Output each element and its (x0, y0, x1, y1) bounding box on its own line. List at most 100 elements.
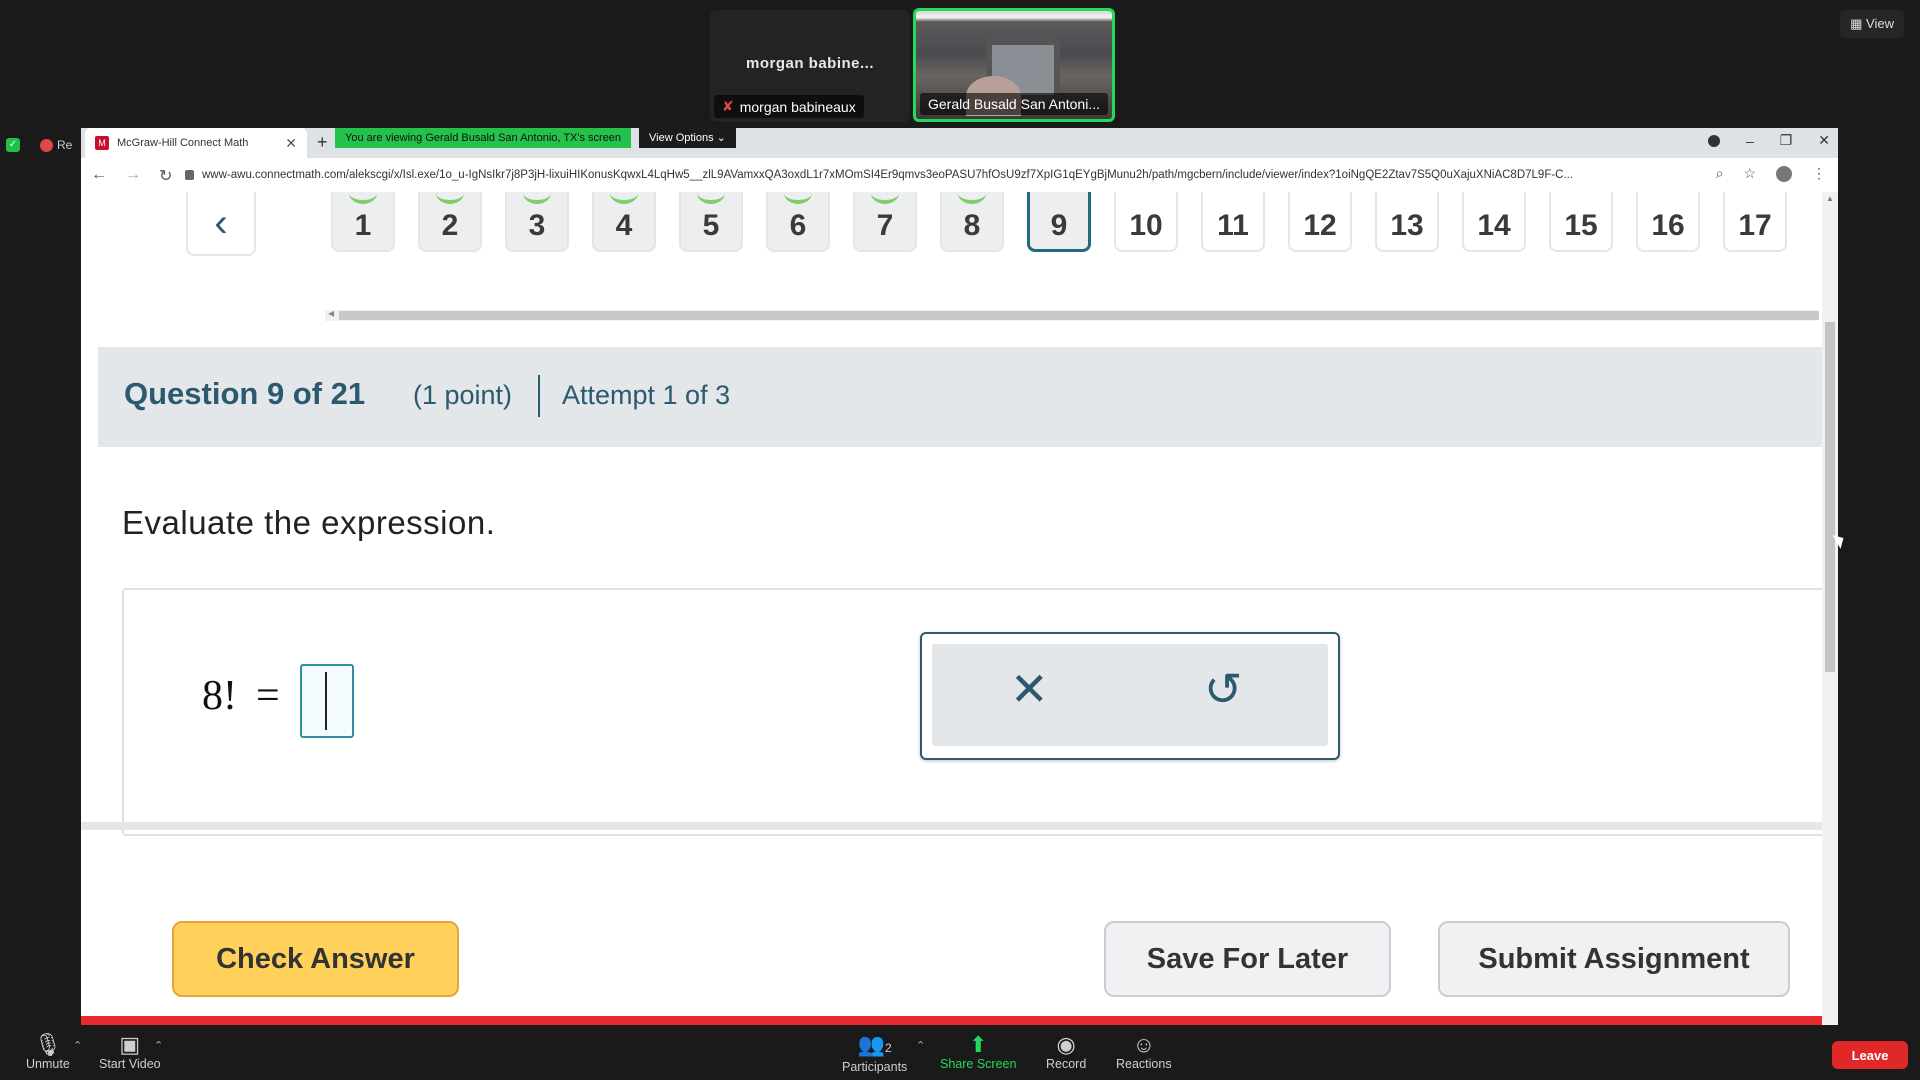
restore-icon[interactable]: ❐ (1780, 132, 1793, 149)
url-field[interactable]: www-awu.connectmath.com/alekscgi/x/Isl.e… (185, 164, 1708, 186)
attempt-counter: Attempt 1 of 3 (562, 380, 731, 410)
equals-sign: = (256, 673, 280, 719)
recording-icon (40, 138, 53, 152)
tab-bar: M McGraw-Hill Connect Math ✕ + You are v… (81, 128, 1838, 158)
previous-question-button[interactable]: ‹ (186, 192, 256, 256)
question-nav-item[interactable]: 12 (1288, 192, 1352, 252)
question-nav-item[interactable]: 5 (679, 192, 743, 252)
participant-label-text: morgan babineaux (739, 98, 856, 115)
share-screen-button[interactable]: ⬆ Share Screen (940, 1032, 1016, 1072)
scrollbar-thumb[interactable] (339, 311, 1819, 320)
browser-tab[interactable]: M McGraw-Hill Connect Math ✕ (85, 128, 307, 158)
completed-check-icon (349, 192, 377, 204)
close-window-icon[interactable]: ✕ (1818, 132, 1830, 149)
participants-caret-icon[interactable]: ⌃ (916, 1039, 925, 1052)
vertical-scrollbar[interactable]: ▲ (1822, 192, 1838, 1025)
question-nav-item[interactable]: 6 (766, 192, 830, 252)
video-options-caret-icon[interactable]: ⌃ (154, 1039, 163, 1052)
url-text: www-awu.connectmath.com/alekscgi/x/Isl.e… (202, 169, 1574, 181)
question-nav-item[interactable]: 13 (1375, 192, 1439, 252)
answer-input[interactable] (300, 664, 354, 738)
question-header: Question 9 of 21 (1 point) Attempt 1 of … (98, 347, 1822, 447)
header-divider (538, 375, 540, 417)
question-nav-item[interactable]: 10 (1114, 192, 1178, 252)
reactions-icon: ☺ (1132, 1032, 1156, 1057)
record-button[interactable]: ◉ Record (1046, 1033, 1087, 1072)
record-label: Record (1046, 1057, 1087, 1071)
view-button[interactable]: ▦ View (1840, 10, 1904, 38)
window-controls: – ❐ ✕ (1707, 132, 1830, 149)
question-nav-number: 13 (1390, 209, 1424, 242)
question-nav-number: 14 (1477, 209, 1511, 242)
audio-options-caret-icon[interactable]: ⌃ (73, 1039, 82, 1052)
shield-icon: ✓ (6, 138, 20, 152)
vertical-scrollbar-thumb[interactable] (1825, 322, 1835, 672)
nav-buttons: ← → ↻ (91, 166, 172, 186)
participant-tile-gerald[interactable]: Gerald Busald San Antoni... (913, 8, 1115, 122)
menu-dots-icon[interactable]: ⋮ (1812, 165, 1826, 182)
check-answer-button[interactable]: Check Answer (172, 921, 459, 997)
unmute-label: Unmute (26, 1057, 70, 1071)
question-nav-item[interactable]: 16 (1636, 192, 1700, 252)
scroll-up-icon[interactable]: ▲ (1826, 194, 1834, 203)
question-nav-item[interactable]: 8 (940, 192, 1004, 252)
back-icon[interactable]: ← (91, 166, 107, 186)
tools-background: ✕ ↺ (932, 644, 1328, 746)
star-icon[interactable]: ☆ (1743, 165, 1756, 182)
unmute-button[interactable]: 🎙 Unmute (26, 1033, 70, 1072)
share-screen-icon: ⬆ (969, 1032, 988, 1057)
undo-icon[interactable]: ↺ (1204, 662, 1243, 716)
view-options-label: View Options (649, 132, 714, 144)
question-nav-item[interactable]: 4 (592, 192, 656, 252)
reactions-button[interactable]: ☺ Reactions (1116, 1032, 1172, 1072)
question-nav-item[interactable]: 11 (1201, 192, 1265, 252)
submit-assignment-button[interactable]: Submit Assignment (1438, 921, 1790, 997)
start-video-button[interactable]: ▣ Start Video (99, 1033, 161, 1072)
completed-check-icon (784, 192, 812, 204)
scroll-left-icon[interactable]: ◀ (328, 309, 334, 318)
participant-label: ✘ morgan babineaux (714, 95, 864, 118)
minimize-icon[interactable]: – (1746, 133, 1754, 149)
question-nav-number: 7 (876, 209, 894, 242)
horizontal-scrollbar[interactable]: ◀ (325, 309, 1819, 321)
question-nav-item[interactable]: 15 (1549, 192, 1613, 252)
completed-check-icon (958, 192, 986, 204)
footer-strip (81, 1016, 1822, 1025)
forward-icon[interactable]: → (125, 166, 141, 186)
completed-check-icon (610, 192, 638, 204)
text-cursor-icon (325, 672, 327, 730)
save-for-later-button[interactable]: Save For Later (1104, 921, 1391, 997)
leave-button[interactable]: Leave (1832, 1041, 1908, 1069)
zoom-icon[interactable]: ⌕ (1716, 165, 1724, 182)
question-nav-item[interactable]: 7 (853, 192, 917, 252)
view-options-button[interactable]: View Options ⌄ (639, 128, 736, 148)
profile-dot-icon[interactable] (1707, 134, 1720, 147)
new-tab-icon[interactable]: + (317, 132, 328, 153)
question-nav-item[interactable]: 2 (418, 192, 482, 252)
browser-window: M McGraw-Hill Connect Math ✕ + You are v… (81, 128, 1838, 1025)
completed-check-icon (523, 192, 551, 204)
page-content: ‹ 1 2 3 4 5 6 7 8 9 10 11 12 13 14 15 16 17 ◀ Question 9… (81, 192, 1822, 1025)
math-expression: 8! (202, 673, 237, 719)
question-nav-item[interactable]: 1 (331, 192, 395, 252)
tab-close-icon[interactable]: ✕ (285, 135, 297, 152)
chevron-left-icon: ‹ (214, 200, 228, 245)
clear-icon[interactable]: ✕ (1010, 662, 1049, 716)
reload-icon[interactable]: ↻ (159, 166, 172, 186)
tab-title: McGraw-Hill Connect Math (117, 137, 249, 149)
profile-icon[interactable] (1776, 165, 1792, 182)
question-nav-item[interactable]: 3 (505, 192, 569, 252)
question-nav-number: 9 (1050, 208, 1068, 242)
zoom-toolbar: 🎙 Unmute ⌃ ▣ Start Video ⌃ 👥2 Participan… (0, 1027, 1920, 1080)
participants-icon: 👥2 (857, 1032, 892, 1057)
mcgraw-hill-favicon-icon: M (95, 136, 109, 150)
completed-check-icon (871, 192, 899, 204)
question-nav-item[interactable]: 17 (1723, 192, 1787, 252)
question-nav-item[interactable]: 9 (1027, 192, 1091, 252)
question-nav-item[interactable]: 14 (1462, 192, 1526, 252)
participants-button[interactable]: 👥2 Participants (842, 1032, 907, 1075)
muted-mic-icon: ✘ (722, 98, 734, 114)
participant-tile-morgan[interactable]: morgan babine... ✘ morgan babineaux (710, 10, 910, 122)
question-nav-number: 4 (615, 209, 633, 242)
participant-label: Gerald Busald San Antoni... (920, 93, 1108, 115)
